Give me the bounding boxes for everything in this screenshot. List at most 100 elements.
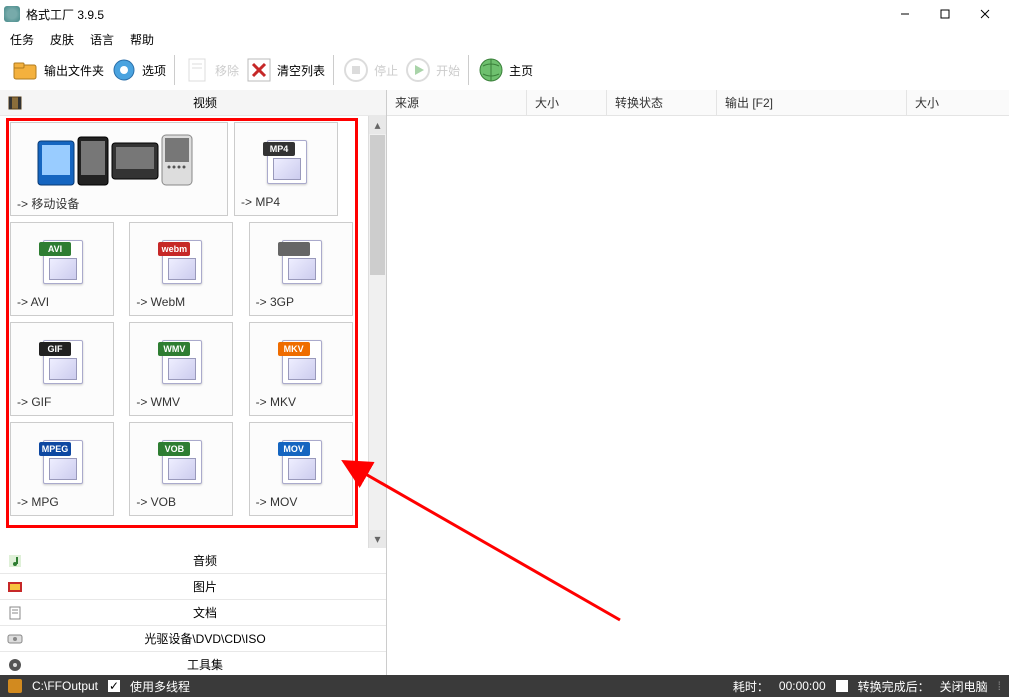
category-doc-label: 文档: [30, 604, 380, 621]
scroll-down-button[interactable]: ▾: [369, 530, 386, 548]
tile-mkv[interactable]: MKV -> MKV: [249, 322, 353, 416]
col-source[interactable]: 来源: [387, 90, 527, 115]
toolbar-options-label: 选项: [142, 62, 166, 79]
separator: [174, 55, 175, 85]
task-list-area[interactable]: [387, 116, 1009, 678]
category-tools-label: 工具集: [30, 656, 380, 673]
mobile-devices-icon: [17, 129, 221, 193]
elapsed-time: 00:00:00: [779, 679, 826, 693]
scroll-thumb[interactable]: [370, 135, 385, 275]
category-document[interactable]: 文档: [0, 600, 386, 626]
tile-vob[interactable]: VOB -> VOB: [129, 422, 233, 516]
remove-button[interactable]: 移除: [181, 54, 241, 86]
play-icon: [404, 56, 432, 84]
tile-mpg[interactable]: MPEG -> MPG: [10, 422, 114, 516]
toolbar-remove-label: 移除: [215, 62, 239, 79]
tile-wmv-label: -> WMV: [136, 393, 226, 409]
vob-file-icon: VOB: [156, 436, 206, 486]
app-icon: [4, 6, 20, 22]
stop-icon: [342, 56, 370, 84]
mp4-file-icon: MP4: [261, 136, 311, 186]
toolbar-home-label: 主页: [509, 62, 533, 79]
menu-skin[interactable]: 皮肤: [50, 31, 74, 48]
category-picture[interactable]: 图片: [0, 574, 386, 600]
clear-icon: [245, 56, 273, 84]
multithread-label: 使用多线程: [130, 678, 190, 695]
close-button[interactable]: [965, 2, 1005, 26]
gif-file-icon: GIF: [37, 336, 87, 386]
tile-gif[interactable]: GIF -> GIF: [10, 322, 114, 416]
multithread-checkbox[interactable]: ✓: [108, 680, 120, 692]
tile-mov[interactable]: MOV-> MOV: [249, 422, 353, 516]
film-icon: [6, 94, 24, 112]
maximize-button[interactable]: [925, 2, 965, 26]
output-path[interactable]: C:\FFOutput: [32, 679, 98, 693]
3gp-file-icon: [276, 236, 326, 286]
folder-status-icon[interactable]: [8, 679, 22, 693]
tile-mov-label: -> MOV: [256, 493, 346, 509]
home-button[interactable]: 主页: [475, 54, 535, 86]
resize-grip-icon[interactable]: ⁞: [998, 679, 1001, 693]
tile-mpg-label: -> MPG: [17, 493, 107, 509]
task-list-header: 来源 大小 转换状态 输出 [F2] 大小: [387, 90, 1009, 116]
category-video-label: 视频: [30, 94, 380, 111]
after-convert-label: 转换完成后：: [858, 678, 930, 695]
scroll-up-button[interactable]: ▴: [369, 116, 386, 134]
folder-icon: [12, 56, 40, 84]
tile-vob-label: -> VOB: [136, 493, 226, 509]
tile-3gp[interactable]: -> 3GP: [249, 222, 353, 316]
tile-mobile-device[interactable]: -> 移动设备: [10, 122, 228, 216]
menu-task[interactable]: 任务: [10, 31, 34, 48]
col-state[interactable]: 转换状态: [607, 90, 717, 115]
stop-button[interactable]: 停止: [340, 54, 400, 86]
clear-button[interactable]: 清空列表: [243, 54, 327, 86]
col-output[interactable]: 输出 [F2]: [717, 90, 907, 115]
separator: [468, 55, 469, 85]
elapsed-label: 耗时：: [733, 678, 769, 695]
vertical-scrollbar[interactable]: ▴ ▾: [368, 116, 386, 548]
tile-mobile-label: -> 移动设备: [17, 193, 221, 209]
minimize-button[interactable]: [885, 2, 925, 26]
options-button[interactable]: 选项: [108, 54, 168, 86]
start-button[interactable]: 开始: [402, 54, 462, 86]
category-audio-label: 音频: [30, 552, 380, 569]
category-rom[interactable]: 光驱设备\DVD\CD\ISO: [0, 626, 386, 652]
scroll-track[interactable]: [369, 276, 386, 530]
mpg-file-icon: MPEG: [37, 436, 87, 486]
tile-avi[interactable]: AVI -> AVI: [10, 222, 114, 316]
gear-dark-icon: [6, 656, 24, 674]
tile-mkv-label: -> MKV: [256, 393, 346, 409]
tile-3gp-label: -> 3GP: [256, 293, 346, 309]
document-icon: [6, 604, 24, 622]
tile-mp4-label: -> MP4: [241, 193, 331, 209]
category-audio[interactable]: 音频: [0, 548, 386, 574]
toolbar-start-label: 开始: [436, 62, 460, 79]
shutdown-checkbox[interactable]: .: [836, 680, 848, 692]
col-size2[interactable]: 大小: [907, 90, 1009, 115]
webm-file-icon: webm: [156, 236, 206, 286]
menu-help[interactable]: 帮助: [130, 31, 154, 48]
picture-icon: [6, 578, 24, 596]
tile-avi-label: -> AVI: [17, 293, 107, 309]
tile-wmv[interactable]: WMV -> WMV: [129, 322, 233, 416]
tile-webm-label: -> WebM: [136, 293, 226, 309]
category-rom-label: 光驱设备\DVD\CD\ISO: [30, 630, 380, 647]
col-size[interactable]: 大小: [527, 90, 607, 115]
wmv-file-icon: WMV: [156, 336, 206, 386]
page-remove-icon: [183, 56, 211, 84]
shutdown-label: 关闭电脑: [940, 678, 988, 695]
separator: [333, 55, 334, 85]
toolbar-stop-label: 停止: [374, 62, 398, 79]
avi-file-icon: AVI: [37, 236, 87, 286]
tile-webm[interactable]: webm -> WebM: [129, 222, 233, 316]
disc-drive-icon: [6, 630, 24, 648]
mkv-file-icon: MKV: [276, 336, 326, 386]
window-title: 格式工厂 3.9.5: [26, 6, 885, 23]
tile-mp4[interactable]: MP4 -> MP4: [234, 122, 338, 216]
tile-gif-label: -> GIF: [17, 393, 107, 409]
output-folder-button[interactable]: 输出文件夹: [10, 54, 106, 86]
category-video[interactable]: 视频: [0, 90, 386, 116]
gear-icon: [110, 56, 138, 84]
globe-icon: [477, 56, 505, 84]
menu-language[interactable]: 语言: [90, 31, 114, 48]
